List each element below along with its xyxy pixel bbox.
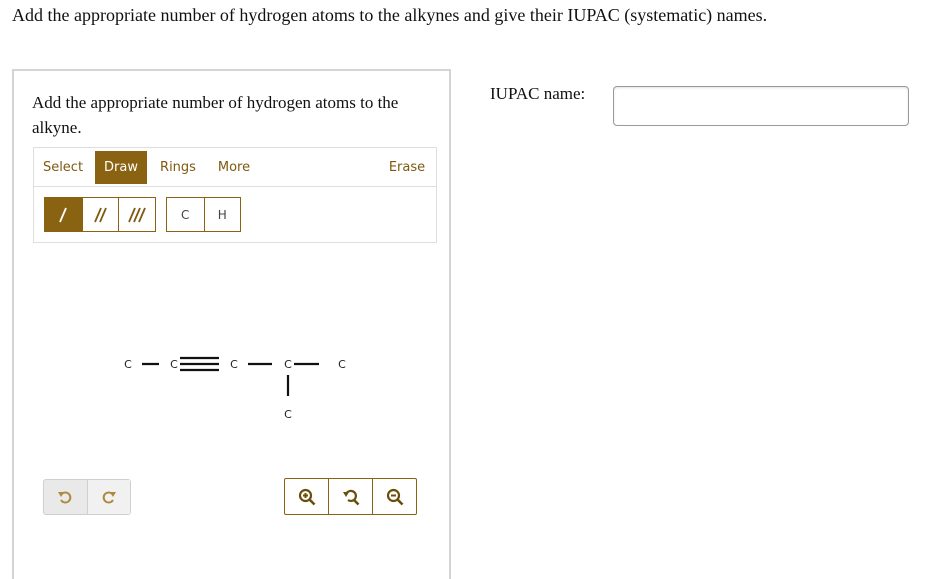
atom-c3[interactable]: C [230,358,238,371]
atom-c4[interactable]: C [284,358,292,371]
atom-c5[interactable]: C [338,358,346,371]
iupac-name-input[interactable] [613,86,909,126]
zoom-out-icon [386,488,403,505]
zoom-out-button[interactable] [372,479,416,514]
zoom-in-icon [298,488,315,505]
sketcher-panel: Add the appropriate number of hydrogen a… [12,69,451,579]
reset-zoom-button[interactable] [328,479,372,514]
undo-button[interactable] [44,480,87,514]
atoms-layer: C C C C C C [124,358,346,421]
molecule-canvas[interactable]: C C C C C C [14,71,449,471]
atom-c1[interactable]: C [124,358,132,371]
iupac-name-label: IUPAC name: [490,84,586,103]
history-controls [43,479,131,515]
zoom-controls [284,478,417,515]
atom-c2[interactable]: C [170,358,178,371]
undo-icon [58,491,72,504]
redo-icon [102,491,116,504]
zoom-in-button[interactable] [285,479,328,514]
redo-button[interactable] [86,480,130,514]
atom-c6[interactable]: C [284,408,292,421]
question-text: Add the appropriate number of hydrogen a… [12,5,768,25]
reset-zoom-icon [342,489,359,505]
